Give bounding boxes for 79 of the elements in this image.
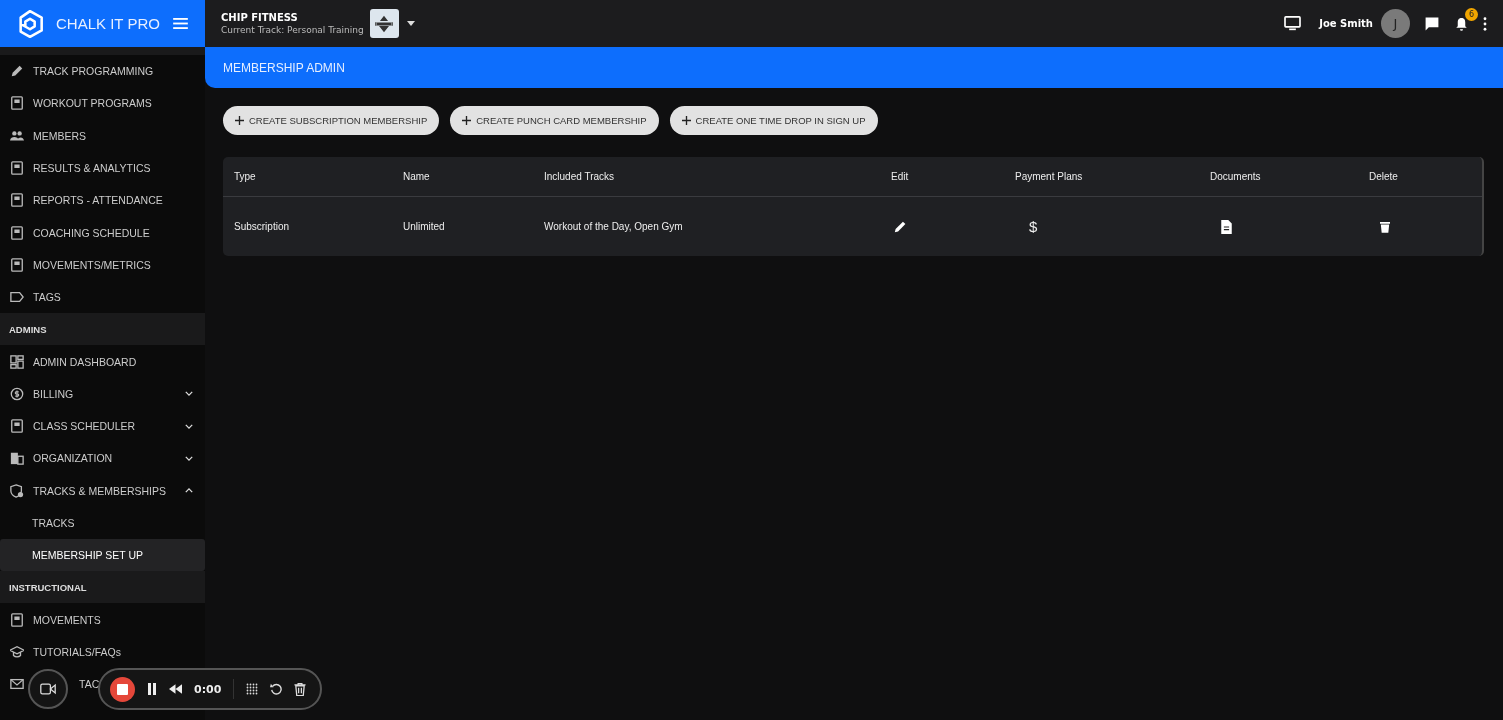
notification-badge: 6 (1465, 7, 1478, 21)
nav-icon (10, 612, 24, 627)
camera-icon (40, 683, 56, 695)
sidebar-item[interactable]: BILLING (0, 377, 205, 410)
sidebar-item[interactable]: WORKOUT PROGRAMS (0, 87, 205, 120)
nav-icon (10, 451, 24, 466)
user-name[interactable]: Joe Smith (1319, 18, 1373, 29)
table-cell-text: Subscription (233, 221, 291, 232)
nav-icon (10, 161, 24, 176)
sidebar-item[interactable]: MOVEMENTS (0, 603, 205, 636)
rewind-icon[interactable] (169, 684, 182, 694)
nav-icon (10, 386, 24, 401)
plus-icon (681, 116, 691, 125)
more-icon[interactable] (1483, 16, 1487, 31)
nav-icon (10, 96, 24, 111)
section-header: INSTRUCTIONAL (0, 571, 205, 604)
mail-icon (10, 677, 24, 692)
sidebar-item[interactable]: COACHING SCHEDULE (0, 216, 205, 249)
current-track: Current Track: Personal Training (221, 25, 364, 35)
create-button[interactable]: CREATE ONE TIME DROP IN SIGN UP (669, 106, 878, 135)
sidebar-item[interactable]: RESULTS & ANALYTICS (0, 151, 205, 185)
column-header: Payment Plans (1015, 171, 1084, 182)
sidebar-item[interactable]: ADMIN DASHBOARD (0, 345, 205, 378)
recording-time: 0:00 (194, 682, 222, 696)
chat-icon[interactable] (1424, 15, 1440, 32)
create-button[interactable]: CREATE SUBSCRIPTION MEMBERSHIP (223, 106, 440, 135)
edit-icon[interactable] (894, 220, 907, 233)
sidebar-item[interactable]: TRACKS & MEMBERSHIPS (0, 474, 205, 507)
nav-icon (10, 483, 24, 498)
delete-icon[interactable] (1380, 220, 1390, 233)
bell-icon[interactable] (1454, 15, 1469, 32)
section-header: ADMINS (0, 313, 205, 346)
column-header: Delete (1369, 171, 1399, 182)
nav-icon (10, 193, 24, 208)
sidebar-item[interactable]: MEMBERS (0, 119, 205, 152)
payment-plans-link[interactable]: $ (1029, 218, 1038, 235)
sidebar-item[interactable]: CLASS SCHEDULER (0, 409, 205, 443)
caret-icon[interactable] (406, 21, 415, 26)
monitor-icon[interactable] (1284, 16, 1302, 31)
grid-icon[interactable] (246, 683, 259, 695)
column-header: Name (403, 171, 431, 182)
column-header: Documents (1210, 171, 1262, 182)
stop-button[interactable] (110, 676, 135, 702)
sidebar-item[interactable]: ORGANIZATION (0, 442, 205, 475)
sidebar-item[interactable]: TAC (79, 678, 100, 691)
nav-icon (10, 290, 24, 305)
sidebar-subitem[interactable]: TRACKS (0, 506, 205, 540)
plus-icon (235, 116, 244, 125)
sidebar-item[interactable]: REPORTS - ATTENDANCE (0, 184, 205, 217)
document-icon[interactable] (1221, 219, 1232, 234)
restart-icon[interactable] (270, 683, 283, 695)
sidebar-item[interactable]: TUTORIALS/FAQs (0, 635, 205, 669)
pause-icon[interactable] (147, 683, 157, 695)
create-button[interactable]: CREATE PUNCH CARD MEMBERSHIP (450, 106, 659, 135)
table-cell-text: Unlimited (403, 221, 446, 232)
sidebar-subitem[interactable]: MEMBERSHIP SET UP (0, 539, 205, 572)
user-avatar[interactable]: J (1381, 9, 1410, 38)
gym-logo[interactable] (369, 9, 399, 38)
menu-icon[interactable] (173, 18, 188, 29)
column-header: Edit (891, 171, 910, 182)
nav-icon (10, 354, 24, 369)
page-title: MEMBERSHIP ADMIN (223, 60, 345, 75)
sidebar-item[interactable]: MOVEMENTS/METRICS (0, 248, 205, 282)
plus-icon (462, 116, 472, 125)
nav-icon (10, 128, 24, 143)
gym-name: CHIP FITNESS (221, 12, 299, 23)
column-header: Type (233, 171, 257, 182)
nav-icon (10, 225, 24, 240)
sidebar-item[interactable]: TRACK PROGRAMMING (0, 55, 205, 88)
nav-icon (10, 64, 24, 79)
nav-icon (10, 419, 24, 434)
nav-icon (10, 644, 24, 659)
nav-icon (10, 257, 24, 272)
column-header: Included Tracks (544, 171, 616, 182)
logo-icon (16, 9, 44, 38)
trash-icon[interactable] (294, 682, 307, 696)
sidebar-item[interactable]: TAGS (0, 281, 205, 314)
app-name: CHALK IT PRO (56, 15, 160, 32)
table-cell-text: Workout of the Day, Open Gym (544, 221, 684, 232)
